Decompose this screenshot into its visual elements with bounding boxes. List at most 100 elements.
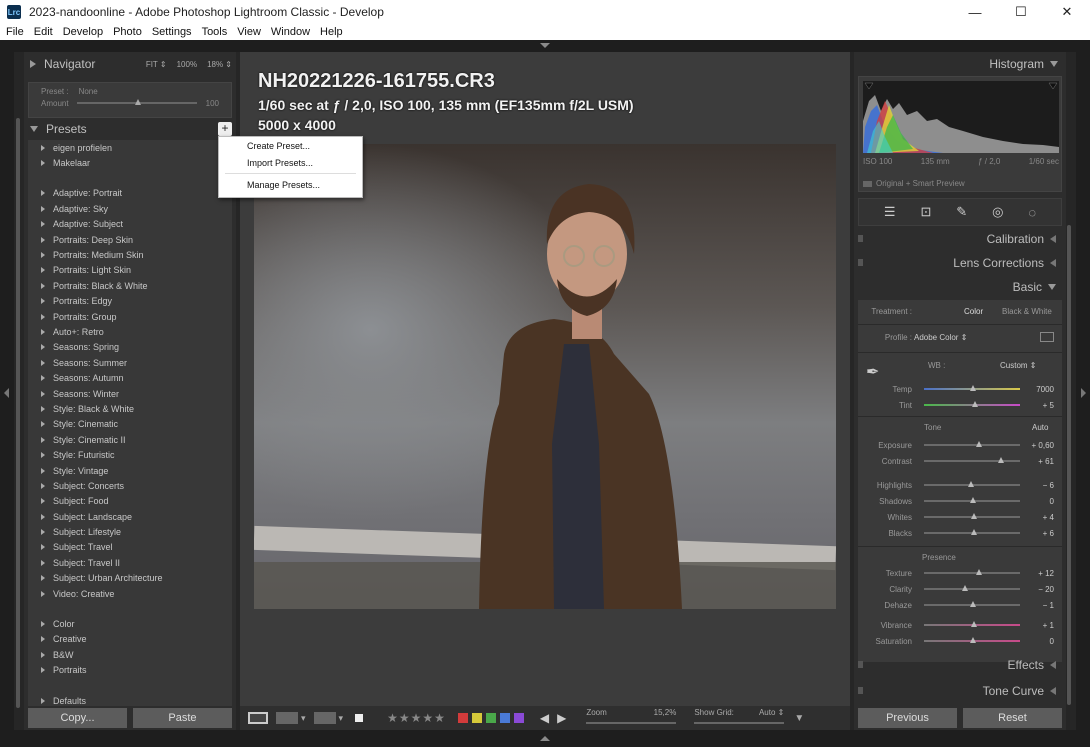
- contrast-slider-knob[interactable]: [998, 457, 1004, 463]
- panel-switch-icon[interactable]: [858, 687, 863, 694]
- preset-group[interactable]: Creative: [28, 632, 232, 647]
- histogram-header[interactable]: Histogram: [854, 52, 1066, 76]
- presets-collapse-icon[interactable]: [30, 126, 38, 132]
- contrast-value[interactable]: + 61: [1014, 457, 1054, 466]
- whites-slider[interactable]: [924, 513, 1020, 519]
- shadows-slider[interactable]: [924, 497, 1020, 503]
- preset-group[interactable]: Auto+: Retro: [28, 324, 232, 339]
- panel-switch-icon[interactable]: [858, 259, 863, 266]
- menu-develop[interactable]: Develop: [63, 26, 103, 38]
- preset-group[interactable]: Subject: Concerts: [28, 478, 232, 493]
- preset-group[interactable]: Subject: Landscape: [28, 509, 232, 524]
- histogram-plot[interactable]: [863, 81, 1059, 153]
- color-label-green[interactable]: [485, 713, 496, 723]
- top-panel-toggle-icon[interactable]: [540, 43, 550, 48]
- clarity-slider-knob[interactable]: [962, 585, 968, 591]
- saturation-value[interactable]: 0: [1014, 637, 1054, 646]
- vibrance-slider-knob[interactable]: [971, 621, 977, 627]
- wb-dropdown[interactable]: Custom ⇕: [1000, 361, 1037, 370]
- highlights-slider-knob[interactable]: [968, 481, 974, 487]
- texture-slider-knob[interactable]: [976, 569, 982, 575]
- maximize-button[interactable]: ☐: [998, 0, 1044, 24]
- preset-group[interactable]: Seasons: Autumn: [28, 370, 232, 385]
- tint-value[interactable]: + 5: [1014, 401, 1054, 410]
- exposure-slider[interactable]: [924, 441, 1020, 447]
- next-photo-arrow-icon[interactable]: ▶: [557, 711, 566, 725]
- loupe-view-icon[interactable]: [248, 712, 268, 724]
- saturation-slider[interactable]: [924, 637, 1020, 643]
- menu-settings[interactable]: Settings: [152, 26, 192, 38]
- clarity-slider[interactable]: [924, 585, 1020, 591]
- basic-header[interactable]: Basic: [854, 276, 1066, 298]
- manage-presets-item[interactable]: Manage Presets...: [219, 176, 362, 193]
- preset-group[interactable]: Video: Creative: [28, 586, 232, 601]
- paste-button[interactable]: Paste: [133, 708, 232, 728]
- vibrance-slider[interactable]: [924, 621, 1020, 627]
- preset-group[interactable]: Style: Cinematic II: [28, 432, 232, 447]
- preset-group[interactable]: Style: Futuristic: [28, 447, 232, 462]
- minimize-button[interactable]: —: [952, 0, 998, 24]
- add-preset-button[interactable]: +: [218, 122, 232, 136]
- before-after-dropdown-icon[interactable]: ▾: [301, 713, 306, 724]
- left-panel-toggle-icon[interactable]: [4, 388, 9, 398]
- color-label-red[interactable]: [457, 713, 468, 723]
- preset-group[interactable]: Seasons: Winter: [28, 386, 232, 401]
- preset-group[interactable]: Adaptive: Portrait: [28, 186, 232, 201]
- panel-switch-icon[interactable]: [858, 661, 863, 668]
- photo-preview[interactable]: [254, 144, 836, 609]
- white-balance-picker-icon[interactable]: ✒: [866, 362, 879, 382]
- blacks-slider-knob[interactable]: [971, 529, 977, 535]
- tint-slider-knob[interactable]: [972, 401, 978, 407]
- swap-before-after-icon[interactable]: [313, 712, 336, 724]
- right-panel-toggle-icon[interactable]: [1081, 388, 1086, 398]
- lens-corrections-header[interactable]: Lens Corrections: [854, 252, 1066, 274]
- menu-help[interactable]: Help: [320, 26, 343, 38]
- preset-group[interactable]: Portraits: Medium Skin: [28, 247, 232, 262]
- treatment-bw-button[interactable]: Black & White: [1002, 307, 1052, 316]
- amount-slider-knob[interactable]: [134, 99, 141, 105]
- nav-zoom-fit[interactable]: FIT ⇕: [146, 60, 167, 69]
- preset-group[interactable]: Portraits: Edgy: [28, 294, 232, 309]
- menu-window[interactable]: Window: [271, 26, 310, 38]
- preset-group[interactable]: Adaptive: Sky: [28, 201, 232, 216]
- whites-value[interactable]: + 4: [1014, 513, 1054, 522]
- previous-button[interactable]: Previous: [858, 708, 957, 728]
- color-label-purple[interactable]: [513, 713, 524, 723]
- navigator-header[interactable]: Navigator FIT ⇕ 100% 18% ⇕: [24, 52, 236, 76]
- before-after-icon[interactable]: [276, 712, 298, 724]
- preset-group-makelaar[interactable]: Makelaar: [28, 155, 232, 170]
- preset-group[interactable]: Subject: Lifestyle: [28, 524, 232, 539]
- preset-group[interactable]: Subject: Urban Architecture: [28, 571, 232, 586]
- preset-group[interactable]: Portraits: Light Skin: [28, 263, 232, 278]
- amount-slider[interactable]: [76, 99, 197, 105]
- saturation-slider-knob[interactable]: [970, 637, 976, 643]
- nav-zoom-100[interactable]: 100%: [177, 60, 197, 69]
- show-grid-value[interactable]: Auto ⇕: [759, 708, 784, 717]
- preset-group[interactable]: Style: Vintage: [28, 463, 232, 478]
- close-button[interactable]: ✕: [1044, 0, 1090, 24]
- blacks-value[interactable]: + 6: [1014, 529, 1054, 538]
- right-panel-scrollbar[interactable]: [1067, 225, 1071, 705]
- reset-button[interactable]: Reset: [963, 708, 1062, 728]
- toolbar-menu-icon[interactable]: ▼: [794, 713, 804, 724]
- copy-before-after-icon[interactable]: ▾: [339, 713, 344, 724]
- preset-group[interactable]: Portraits: Deep Skin: [28, 232, 232, 247]
- tone-curve-header[interactable]: Tone Curve: [854, 680, 1066, 702]
- menu-view[interactable]: View: [237, 26, 261, 38]
- dehaze-slider[interactable]: [924, 601, 1020, 607]
- presets-header[interactable]: Presets +: [24, 118, 236, 140]
- auto-tone-button[interactable]: Auto: [1032, 423, 1048, 432]
- previous-photo-arrow-icon[interactable]: ◀: [540, 711, 549, 725]
- vibrance-value[interactable]: + 1: [1014, 621, 1054, 630]
- panel-switch-icon[interactable]: [858, 235, 863, 242]
- histogram-collapse-icon[interactable]: [1050, 61, 1058, 67]
- exposure-value[interactable]: + 0,60: [1014, 441, 1054, 450]
- temp-slider[interactable]: [924, 385, 1020, 391]
- preset-group[interactable]: Defaults: [28, 693, 232, 706]
- profile-browser-icon[interactable]: [1040, 332, 1054, 342]
- show-grid-slider[interactable]: [694, 722, 785, 724]
- color-label-blue[interactable]: [499, 713, 510, 723]
- left-panel-scrollbar[interactable]: [16, 118, 20, 708]
- show-grid-control[interactable]: Show Grid: Auto ⇕: [694, 708, 785, 728]
- crop-icon[interactable]: ⊡: [920, 204, 931, 220]
